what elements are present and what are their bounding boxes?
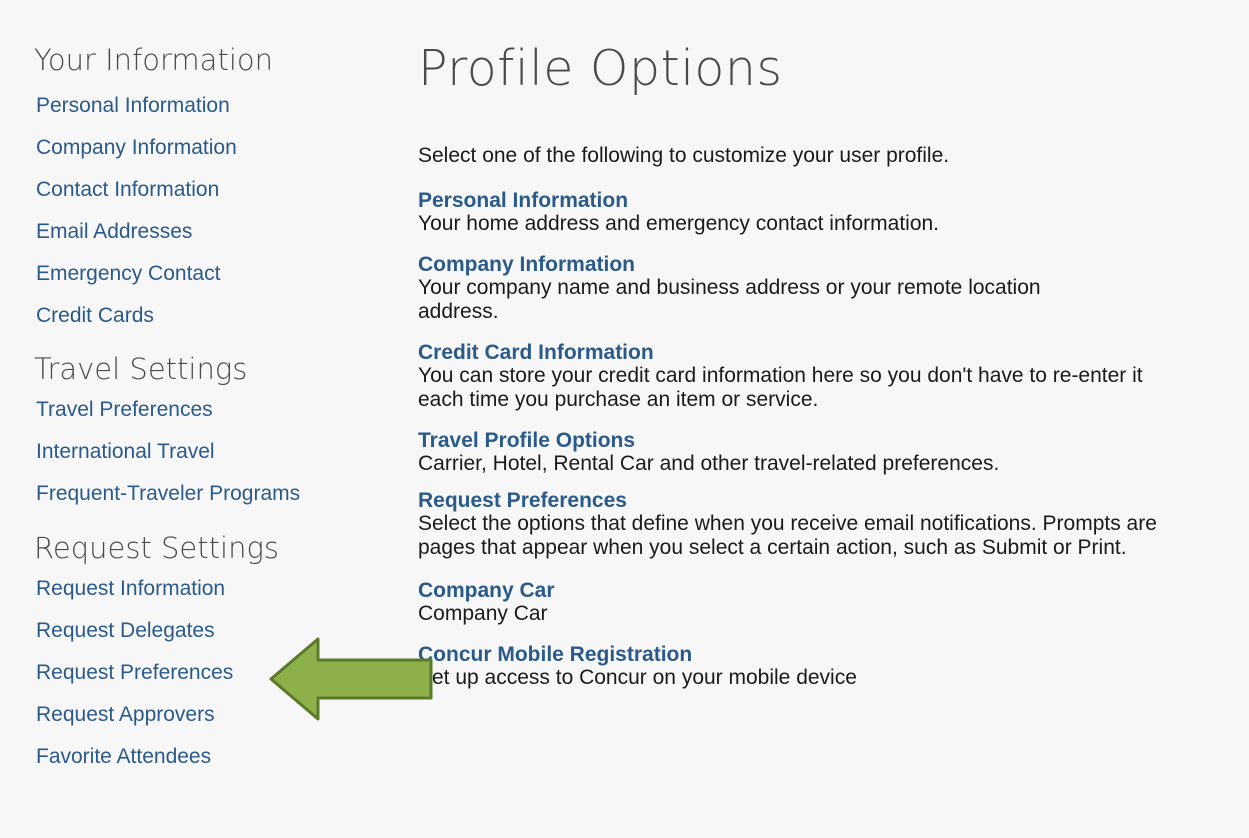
option-desc-personal-information: Your home address and emergency contact … [418,212,940,235]
profile-options-page: Your Information Personal Information Co… [0,0,1249,838]
option-company-car: Company Car Company Car [418,579,1218,626]
option-link-request-preferences[interactable]: Request Preferences [418,489,1218,512]
option-desc-travel-profile-options: Carrier, Hotel, Rental Car and other tra… [418,452,1000,475]
option-personal-information: Personal Information Your home address a… [418,189,1218,236]
option-link-credit-card-information[interactable]: Credit Card Information [418,341,1218,364]
option-link-company-car[interactable]: Company Car [418,579,1218,602]
option-link-company-information[interactable]: Company Information [418,253,1218,276]
option-desc-company-information: Your company name and business address o… [418,276,1041,323]
sidebar-item-frequent-traveler-programs[interactable]: Frequent-Traveler Programs [36,473,374,515]
option-concur-mobile-registration: Concur Mobile Registration Set up access… [418,643,1218,690]
option-desc-request-preferences: Select the options that define when you … [418,512,1157,559]
sidebar-item-personal-information[interactable]: Personal Information [36,85,374,127]
sidebar-item-request-information[interactable]: Request Information [36,568,374,610]
main-content: Profile Options Select one of the follow… [418,38,1218,690]
sidebar-item-travel-preferences[interactable]: Travel Preferences [36,389,374,431]
sidebar-item-international-travel[interactable]: International Travel [36,431,374,473]
your-information-list: Personal Information Company Information… [34,85,374,337]
section-heading-travel-settings: Travel Settings [34,352,248,386]
option-credit-card-information: Credit Card Information You can store yo… [418,341,1218,412]
section-heading-your-information: Your Information [34,43,273,77]
sidebar-item-company-information[interactable]: Company Information [36,127,374,169]
option-link-personal-information[interactable]: Personal Information [418,189,1218,212]
sidebar-item-contact-information[interactable]: Contact Information [36,169,374,211]
option-desc-credit-card-information: You can store your credit card informati… [418,364,1143,411]
sidebar-item-email-addresses[interactable]: Email Addresses [36,211,374,253]
section-heading-request-settings: Request Settings [34,531,279,565]
sidebar-item-emergency-contact[interactable]: Emergency Contact [36,253,374,295]
option-travel-profile-options: Travel Profile Options Carrier, Hotel, R… [418,429,1218,476]
option-link-travel-profile-options[interactable]: Travel Profile Options [418,429,1218,452]
travel-settings-list: Travel Preferences International Travel … [34,389,374,515]
option-link-concur-mobile-registration[interactable]: Concur Mobile Registration [418,643,1218,666]
left-arrow-icon [269,637,433,721]
sidebar-item-favorite-attendees[interactable]: Favorite Attendees [36,736,374,778]
sidebar-item-credit-cards[interactable]: Credit Cards [36,295,374,337]
option-company-information: Company Information Your company name an… [418,253,1218,324]
option-request-preferences: Request Preferences Select the options t… [418,489,1218,560]
option-desc-concur-mobile-registration: Set up access to Concur on your mobile d… [418,666,857,689]
intro-text: Select one of the following to customize… [418,144,950,167]
option-desc-company-car: Company Car [418,602,548,625]
page-title: Profile Options [418,40,783,97]
